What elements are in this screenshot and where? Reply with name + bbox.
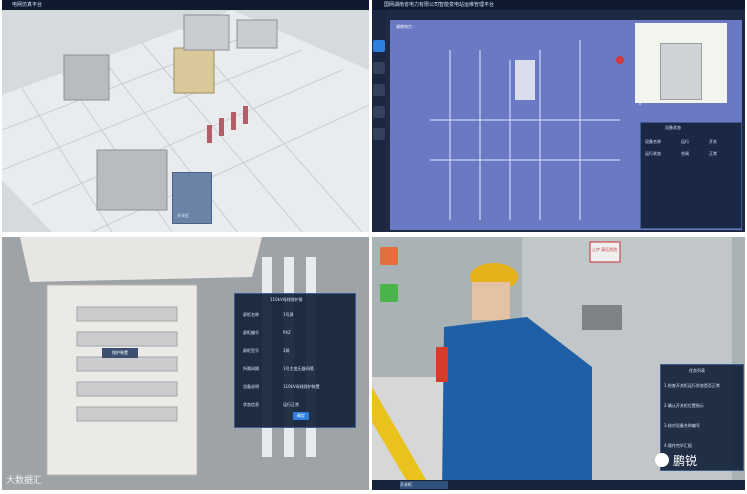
select-dropdown[interactable]: 开关柜 <box>400 481 448 489</box>
task-item[interactable]: 4.操作完毕汇报 <box>664 443 692 449</box>
wechat-badge: 鹏锐 <box>655 450 715 470</box>
field-label: 屏柜编号 <box>243 330 259 335</box>
field-value: 开关 <box>709 139 717 144</box>
list-icon[interactable] <box>373 62 385 74</box>
task-item[interactable]: 2.确认开关柜位置指示 <box>664 403 704 409</box>
app-title: 国网湖南省电力有限公司智能变电站运维管理平台 <box>384 2 495 8</box>
wechat-icon <box>655 453 669 467</box>
panel-title: 设备状态 <box>665 125 681 130</box>
panel-title: 任务列表 <box>689 368 705 373</box>
settings-icon[interactable] <box>373 106 385 118</box>
field-label: 设备名称 <box>645 139 661 144</box>
field-label: 屏柜名称 <box>243 312 259 317</box>
field-label: 运行状态 <box>645 151 661 156</box>
cabinet-info-popup: 110kV母线保护屏 屏柜名称 1号屏 屏柜编号 P4Z 屏柜型号 3屏 所属间… <box>234 293 356 428</box>
cabinet-card-label: 开关柜 <box>177 213 189 218</box>
user-icon[interactable] <box>380 247 398 265</box>
field-value: 1号屏 <box>283 312 294 317</box>
bottom-bar: 开关柜 <box>372 480 745 490</box>
substation-3d-view[interactable]: 电网仿真平台 开关柜 <box>2 0 369 232</box>
field-label: 屏柜型号 <box>243 348 259 353</box>
task-item[interactable]: 3.核对设备名称编号 <box>664 423 700 429</box>
popup-title: 110kV母线保护屏 <box>270 297 303 302</box>
transformer-image <box>660 43 702 100</box>
info-icon[interactable] <box>373 128 385 140</box>
task-item[interactable]: 1.检查开关柜运行状态是否正常 <box>664 383 720 389</box>
warning-sign: 止步 高压危险 <box>592 247 618 252</box>
home-icon[interactable] <box>373 40 385 52</box>
field-value: 运行正常 <box>283 402 299 407</box>
confirm-button[interactable]: 确定 <box>293 412 309 420</box>
cabinet-3d-view[interactable]: 保护装置 110kV母线保护屏 屏柜名称 1号屏 屏柜编号 P4Z 屏柜型号 3… <box>2 237 369 490</box>
transformer <box>173 47 215 94</box>
field-value: 110kV母线保护装置 <box>283 384 320 389</box>
field-value: 运行 <box>681 139 689 144</box>
field-label: 所属间隔 <box>243 366 259 371</box>
diagram-view[interactable]: 国网湖南省电力有限公司智能变电站运维管理平台 湖南电力 设备状态 设备名称 运行… <box>372 0 745 232</box>
field-value: 正常 <box>709 151 717 156</box>
field-value: 3屏 <box>283 348 290 353</box>
device-state-panel: 设备状态 设备名称 运行 开关 运行状态 合闸 正常 <box>640 122 742 229</box>
person-icon[interactable] <box>380 284 398 302</box>
chart-icon[interactable] <box>373 84 385 96</box>
watermark: 大数据汇 <box>6 476 43 486</box>
cabinet-card[interactable]: 开关柜 <box>172 172 212 224</box>
device-tag[interactable]: 保护装置 <box>102 348 138 358</box>
equipment-preview <box>635 23 727 103</box>
top-bar: 国网湖南省电力有限公司智能变电站运维管理平台 <box>372 0 745 10</box>
worker-scene-view[interactable]: 止步 高压危险 任务列表 1.检查开关柜运行状态是否正常 2.确认开关柜位置指示… <box>372 237 745 490</box>
field-value: P4Z <box>283 330 291 335</box>
field-value: 1号主变压器间隔 <box>283 366 314 371</box>
field-value: 合闸 <box>681 151 689 156</box>
wechat-label: 鹏锐 <box>673 454 698 468</box>
field-label: 设备说明 <box>243 384 259 389</box>
field-label: 状态信息 <box>243 402 259 407</box>
left-toolbar <box>372 10 386 232</box>
